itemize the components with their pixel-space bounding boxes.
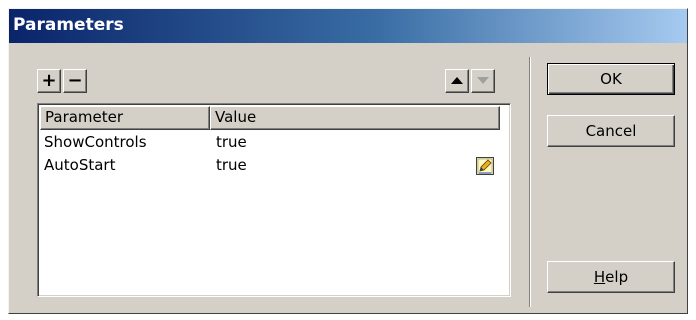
parameter-value-cell[interactable]: true <box>216 131 247 154</box>
remove-parameter-button[interactable]: − <box>63 69 87 93</box>
edit-value-icon[interactable] <box>476 157 494 175</box>
parameter-value-cell[interactable]: true <box>216 154 247 177</box>
vertical-separator <box>529 57 531 307</box>
table-row[interactable]: AutoStart true <box>40 154 508 177</box>
parameter-table[interactable]: Parameter Value ShowControls true AutoSt… <box>37 103 511 297</box>
minus-icon: − <box>67 70 83 91</box>
dialog-title: Parameters <box>13 15 124 35</box>
column-header-parameter[interactable]: Parameter <box>40 106 210 130</box>
cancel-button[interactable]: Cancel <box>547 115 675 147</box>
add-parameter-button[interactable]: + <box>37 69 61 93</box>
parameter-name-cell[interactable]: ShowControls <box>44 131 147 154</box>
table-header: Parameter Value <box>40 106 508 130</box>
parameters-dialog: Parameters + − Parameter Value ShowContr… <box>8 8 688 314</box>
triangle-up-icon <box>451 77 463 84</box>
title-bar[interactable]: Parameters <box>9 9 687 43</box>
move-down-button[interactable] <box>471 69 495 93</box>
table-row[interactable]: ShowControls true <box>40 131 508 154</box>
help-button-label: Help <box>594 268 628 286</box>
help-button[interactable]: Help <box>547 261 675 293</box>
help-mnemonic: H <box>593 268 606 286</box>
plus-icon: + <box>41 70 57 91</box>
parameter-name-cell[interactable]: AutoStart <box>44 154 115 177</box>
ok-button[interactable]: OK <box>547 63 675 95</box>
cancel-button-label: Cancel <box>585 122 637 140</box>
column-header-value[interactable]: Value <box>210 106 500 130</box>
move-up-button[interactable] <box>445 69 469 93</box>
help-label-rest: elp <box>605 268 629 286</box>
triangle-down-icon <box>477 77 489 84</box>
ok-button-label: OK <box>600 70 622 88</box>
